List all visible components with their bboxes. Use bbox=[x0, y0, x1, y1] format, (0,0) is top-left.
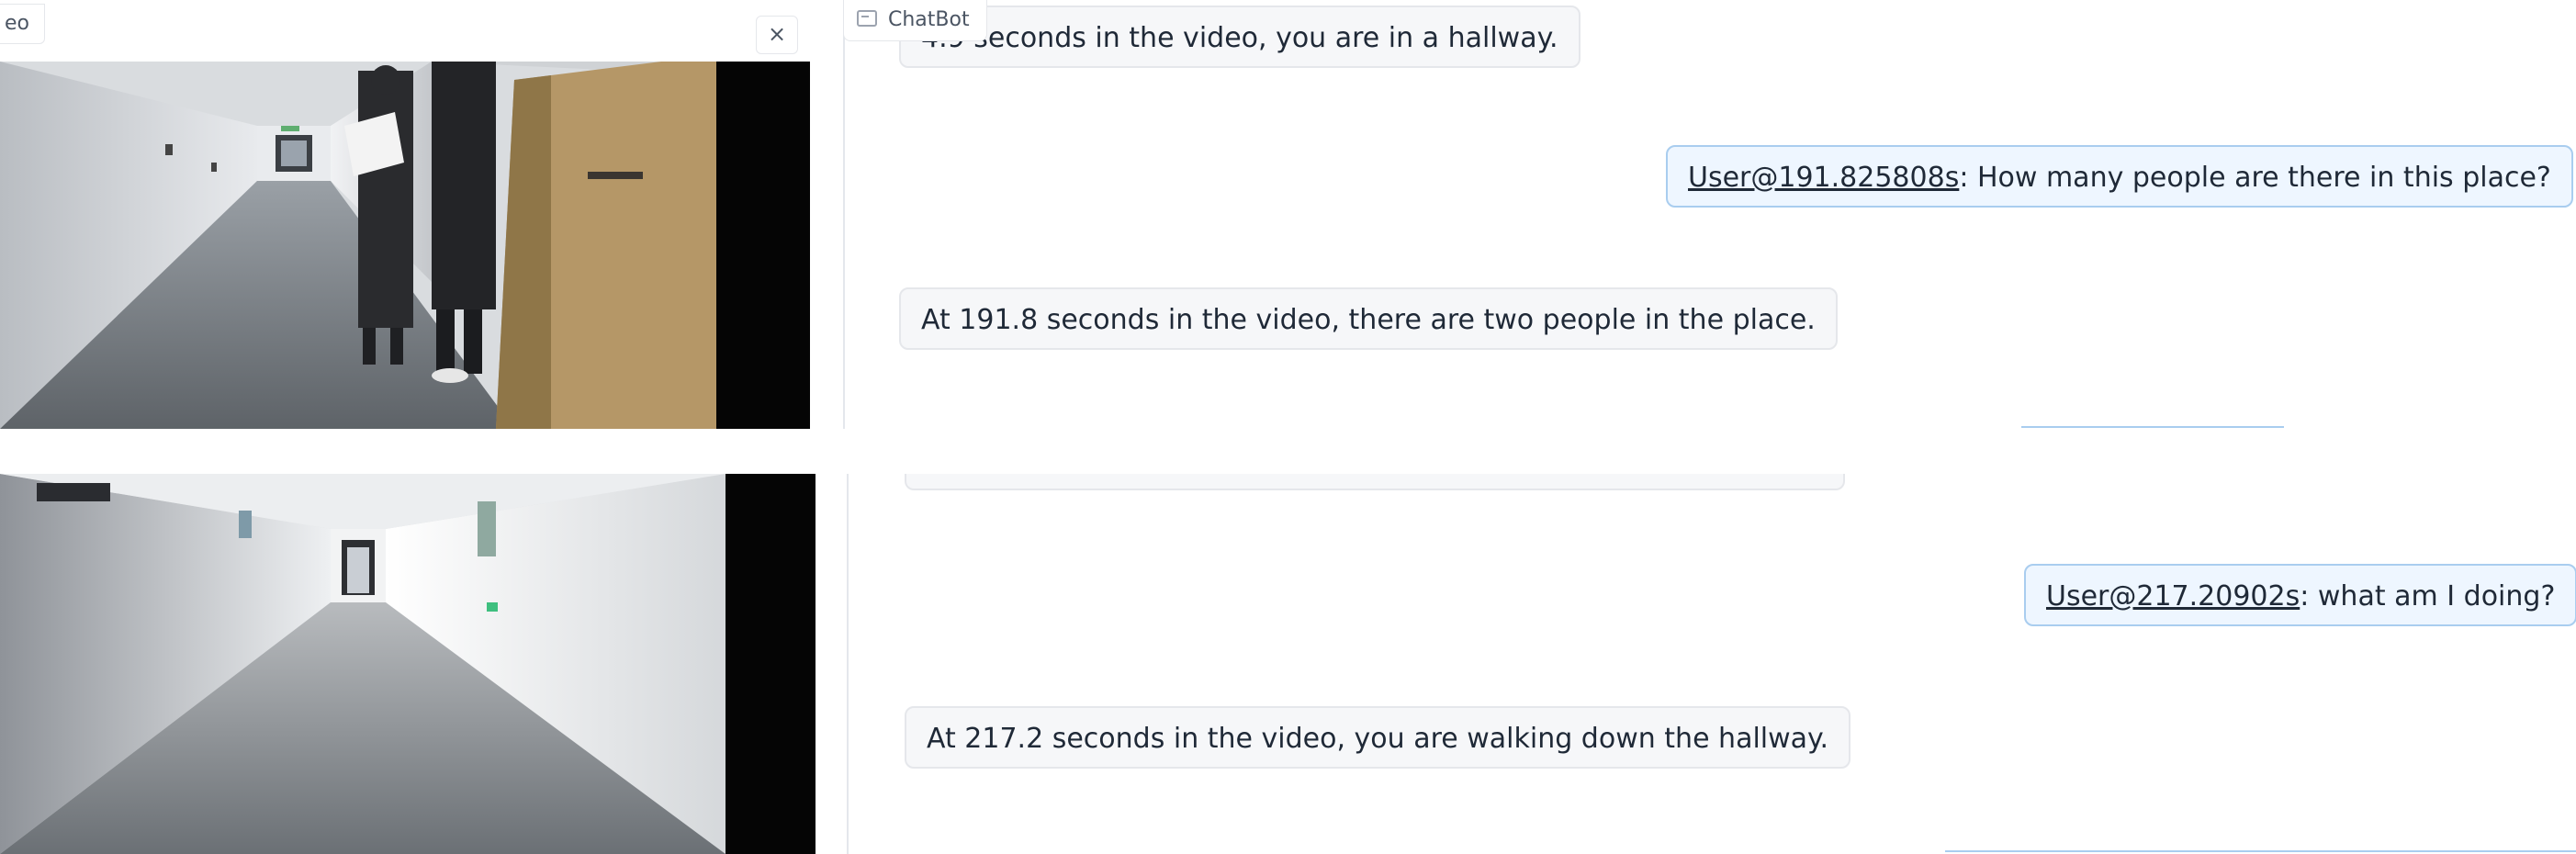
user-timestamp-link[interactable]: User@217.20902s bbox=[2046, 580, 2300, 612]
chatbot-tab[interactable]: ChatBot bbox=[843, 0, 987, 41]
screenshot-panel-bottom: User@217.20902s: what am I doing? At 217… bbox=[0, 474, 2576, 854]
user-timestamp-link[interactable]: User@191.825808s bbox=[1688, 162, 1959, 194]
previous-bot-message-edge bbox=[905, 474, 1845, 490]
chat-icon bbox=[857, 10, 877, 27]
close-button[interactable]: × bbox=[756, 16, 798, 54]
user-message: User@217.20902s: what am I doing? bbox=[2024, 564, 2576, 626]
bot-message-text: 4.9 seconds in the video, you are in a h… bbox=[921, 22, 1558, 54]
screenshot-panel-top: eo × ChatBot 4.9 seconds in the video, y… bbox=[0, 0, 2576, 429]
video-player[interactable] bbox=[0, 62, 810, 429]
bot-message: At 217.2 seconds in the video, you are w… bbox=[905, 706, 1851, 769]
user-message-text: : How many people are there in this plac… bbox=[1959, 162, 2551, 194]
video-panel: eo × bbox=[0, 0, 841, 429]
chatbot-tab-label: ChatBot bbox=[888, 8, 970, 31]
hallway-video-frame bbox=[0, 62, 810, 429]
video-player[interactable] bbox=[0, 474, 816, 854]
video-panel bbox=[0, 474, 845, 854]
bot-message-text: At 217.2 seconds in the video, you are w… bbox=[927, 723, 1829, 755]
video-tab[interactable]: eo bbox=[0, 4, 45, 44]
chat-history[interactable]: User@217.20902s: what am I doing? At 217… bbox=[845, 474, 2576, 854]
bot-message-text: At 191.8 seconds in the video, there are… bbox=[921, 304, 1816, 336]
bot-message: 4.9 seconds in the video, you are in a h… bbox=[899, 6, 1580, 68]
bot-message: At 191.8 seconds in the video, there are… bbox=[899, 287, 1838, 350]
video-tab-label: eo bbox=[5, 12, 29, 35]
close-icon: × bbox=[767, 21, 787, 47]
panel-gap bbox=[0, 429, 2576, 474]
next-message-edge bbox=[2021, 426, 2284, 428]
user-message-text: : what am I doing? bbox=[2300, 580, 2556, 612]
next-message-edge bbox=[1945, 850, 2576, 852]
chat-history[interactable]: 4.9 seconds in the video, you are in a h… bbox=[841, 0, 2576, 429]
user-message: User@191.825808s: How many people are th… bbox=[1666, 145, 2573, 208]
hallway-video-frame bbox=[0, 474, 816, 854]
